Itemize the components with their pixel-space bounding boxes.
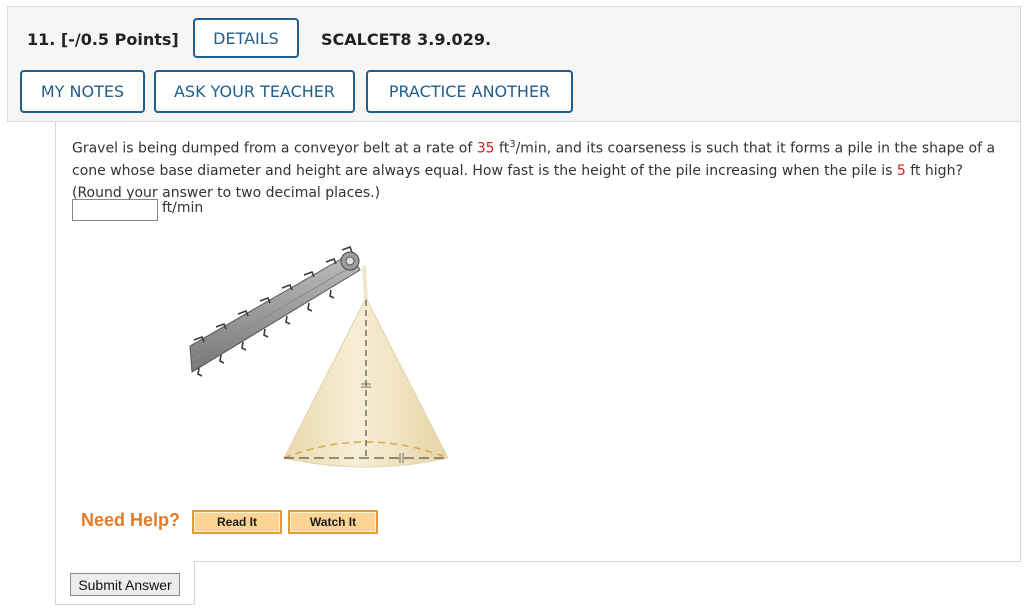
details-button[interactable]: DETAILS — [193, 18, 299, 58]
need-help-label: Need Help? — [81, 510, 181, 530]
answer-input[interactable] — [72, 199, 158, 221]
conveyor-cone-figure — [189, 245, 449, 468]
height-value: 5 — [896, 162, 906, 179]
question-part1: Gravel is being dumped from a conveyor b… — [72, 140, 477, 157]
question-part4: ft high? — [905, 162, 963, 179]
rate-value: 35 — [476, 140, 495, 157]
question-part2: ft — [494, 140, 510, 157]
question-number: 11. [-/0.5 Points] — [27, 30, 179, 49]
answer-unit: ft/min — [162, 200, 204, 216]
my-notes-button[interactable]: MY NOTES — [20, 70, 145, 113]
question-text: Gravel is being dumped from a conveyor b… — [72, 134, 1012, 204]
conveyor-belt — [189, 245, 361, 377]
ask-teacher-button[interactable]: ASK YOUR TEACHER — [154, 70, 355, 113]
practice-another-button[interactable]: PRACTICE ANOTHER — [366, 70, 573, 113]
watch-it-button[interactable]: Watch It — [288, 510, 378, 534]
submit-answer-button[interactable]: Submit Answer — [70, 573, 180, 596]
gravel-stream — [362, 265, 368, 301]
read-it-button[interactable]: Read It — [192, 510, 282, 534]
question-code: SCALCET8 3.9.029. — [321, 30, 492, 49]
question-header: 11. [-/0.5 Points] DETAILS SCALCET8 3.9.… — [7, 6, 1021, 122]
